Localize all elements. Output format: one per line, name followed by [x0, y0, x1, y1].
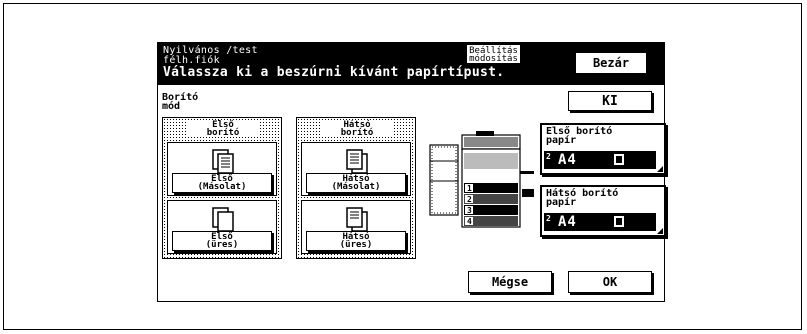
off-button[interactable]: KI — [568, 91, 652, 111]
back-copy-slot: Hátsó (Másolat) — [301, 142, 411, 196]
back-cover-paper-button[interactable]: Hátsó borító papír 2 A4 — [540, 185, 666, 237]
back-paper-size: A4 — [558, 214, 577, 230]
front-cover-paper-button[interactable]: Első borító papír 2 A4 — [540, 123, 666, 175]
portrait-orientation-icon — [614, 216, 624, 227]
tray-1-label: 1 — [467, 184, 472, 193]
instruction-text: Válassza ki a beszúrni kívánt papírtípus… — [163, 65, 505, 80]
front-cover-group: Első borító Első (Másolat) Első (üres) — [162, 117, 282, 259]
portrait-orientation-icon — [614, 154, 624, 165]
back-tray-number: 2 — [546, 214, 551, 223]
back-blank-slot: Hátsó (üres) — [301, 200, 411, 254]
ok-button[interactable]: OK — [568, 271, 652, 293]
front-paper-size: A4 — [558, 152, 577, 168]
tray-2-label: 2 — [467, 195, 472, 204]
tray-3-label: 3 — [467, 206, 472, 215]
tray-4-label: 4 — [467, 217, 472, 226]
close-button[interactable]: Bezár — [574, 51, 648, 75]
mode-title: Borító mód — [162, 92, 199, 112]
front-blank-slot: Első (üres) — [167, 200, 277, 254]
back-cover-group: Hátsó borító Hátsó (Másolat) Hátsó (üres… — [296, 117, 416, 259]
corner-marker-icon — [657, 166, 663, 172]
corner-marker-icon — [657, 228, 663, 234]
copier-machine-illustration: 1 2 3 4 — [429, 131, 534, 228]
settings-change-button[interactable]: Beállítás módosítás — [467, 45, 520, 64]
front-copy-slot: Első (Másolat) — [167, 142, 277, 196]
front-copy-button[interactable]: Első (Másolat) — [172, 173, 272, 193]
account-info: Nyilvános /test félh.fiók — [163, 45, 258, 66]
front-cover-paper-label: Első borító papír — [546, 126, 613, 146]
back-cover-paper-label: Hátsó borító papír — [546, 188, 619, 208]
front-tray-number: 2 — [546, 152, 551, 161]
front-cover-title: Első borító — [187, 121, 259, 138]
front-cover-paper-value: 2 A4 — [544, 151, 656, 169]
back-cover-title: Hátsó borító — [321, 121, 393, 138]
cancel-button[interactable]: Mégse — [468, 271, 552, 293]
front-blank-button[interactable]: Első (üres) — [172, 231, 272, 251]
back-blank-button[interactable]: Hátsó (üres) — [306, 231, 406, 251]
back-copy-button[interactable]: Hátsó (Másolat) — [306, 173, 406, 193]
back-cover-paper-value: 2 A4 — [544, 213, 656, 231]
cover-mode-panel: Nyilvános /test félh.fiók Beállítás módo… — [157, 42, 666, 302]
